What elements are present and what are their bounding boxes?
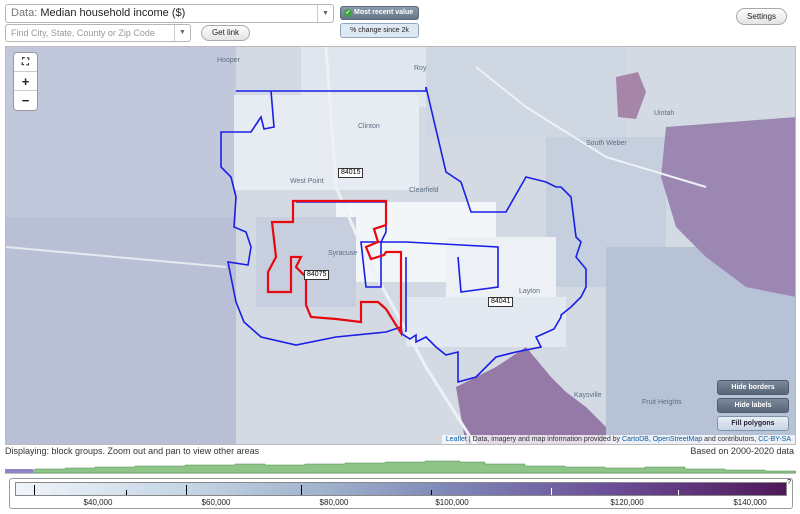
legend-help[interactable]: ? [787, 479, 791, 486]
chevron-down-icon[interactable]: ▼ [174, 25, 190, 41]
legend-label: $100,000 [435, 498, 469, 507]
cartodb-link[interactable]: CartoDB [622, 436, 649, 443]
data-range-status: Based on 2000-2020 data [690, 446, 794, 456]
place-label: Hooper [217, 57, 240, 64]
legend-label: $140,000 [733, 498, 767, 507]
map-attribution: Leaflet | Data, imagery and map informat… [441, 435, 795, 444]
search-input[interactable]: Find City, State, County or Zip Code ▼ [5, 24, 191, 42]
data-select-value: Median household income ($) [40, 7, 186, 19]
attribution-text: | Data, imagery and map information prov… [466, 436, 622, 443]
legend-label: $80,000 [319, 498, 349, 507]
pct-change-button[interactable]: % change since 2k [340, 23, 419, 38]
chevron-down-icon[interactable]: ▼ [317, 5, 333, 22]
hide-labels-button[interactable]: Hide labels [717, 398, 789, 413]
display-status: Displaying: block groups. Zoom out and p… [5, 446, 260, 456]
zip-label[interactable]: 84041 [488, 297, 514, 307]
place-label: West Point [290, 178, 324, 185]
value-histogram [5, 460, 796, 474]
legend-tick [126, 490, 127, 495]
data-select[interactable]: Data: Median household income ($) ▼ [5, 4, 334, 23]
fit-bounds-icon[interactable]: ⛶ [14, 53, 37, 72]
legend-tick [34, 485, 35, 495]
zoom-control: ⛶ + − [14, 53, 37, 110]
zip-label[interactable]: 84075 [304, 270, 330, 280]
leaflet-link[interactable]: Leaflet [446, 436, 467, 443]
legend-tick [301, 485, 302, 495]
attribution-text: and contributors, [702, 436, 759, 443]
zoom-out-button[interactable]: − [14, 91, 37, 110]
legend-label: $120,000 [610, 498, 644, 507]
legend-tick [186, 485, 187, 495]
most-recent-value-button[interactable]: ✓ Most recent value [340, 6, 419, 20]
legend-tick [431, 490, 432, 495]
place-label: Layton [519, 288, 541, 295]
check-icon: ✓ [344, 9, 352, 17]
legend-tick [678, 490, 679, 495]
place-label: Uintah [654, 110, 675, 117]
zoom-in-button[interactable]: + [14, 72, 37, 91]
legend-label: $60,000 [201, 498, 231, 507]
legend-tick [551, 488, 552, 495]
hide-borders-button[interactable]: Hide borders [717, 380, 789, 395]
data-select-label: Data: [11, 7, 38, 19]
most-recent-label: Most recent value [354, 9, 414, 16]
color-legend: $40,000 $60,000 $80,000 $100,000 $120,00… [9, 478, 793, 509]
place-label: Kaysville [574, 392, 602, 399]
place-label: Roy [414, 65, 427, 72]
license-link[interactable]: CC-BY-SA [758, 436, 791, 443]
legend-label: $40,000 [83, 498, 113, 507]
map-canvas [6, 47, 795, 444]
settings-button[interactable]: Settings [736, 8, 787, 25]
fill-polygons-button[interactable]: Fill polygons [717, 416, 789, 431]
place-label: Clearfield [409, 187, 439, 194]
place-label: South Weber [586, 140, 627, 147]
zip-label[interactable]: 84015 [338, 168, 364, 178]
osm-link[interactable]: OpenStreetMap [653, 436, 702, 443]
place-label: Clinton [358, 123, 380, 130]
map-view[interactable]: Hooper Roy Uintah Clinton South Weber We… [5, 46, 796, 445]
legend-gradient [15, 482, 787, 496]
get-link-button[interactable]: Get link [201, 25, 250, 41]
search-placeholder: Find City, State, County or Zip Code [11, 28, 155, 38]
place-label: Syracuse [328, 250, 358, 257]
place-label: Fruit Heights [642, 399, 682, 406]
